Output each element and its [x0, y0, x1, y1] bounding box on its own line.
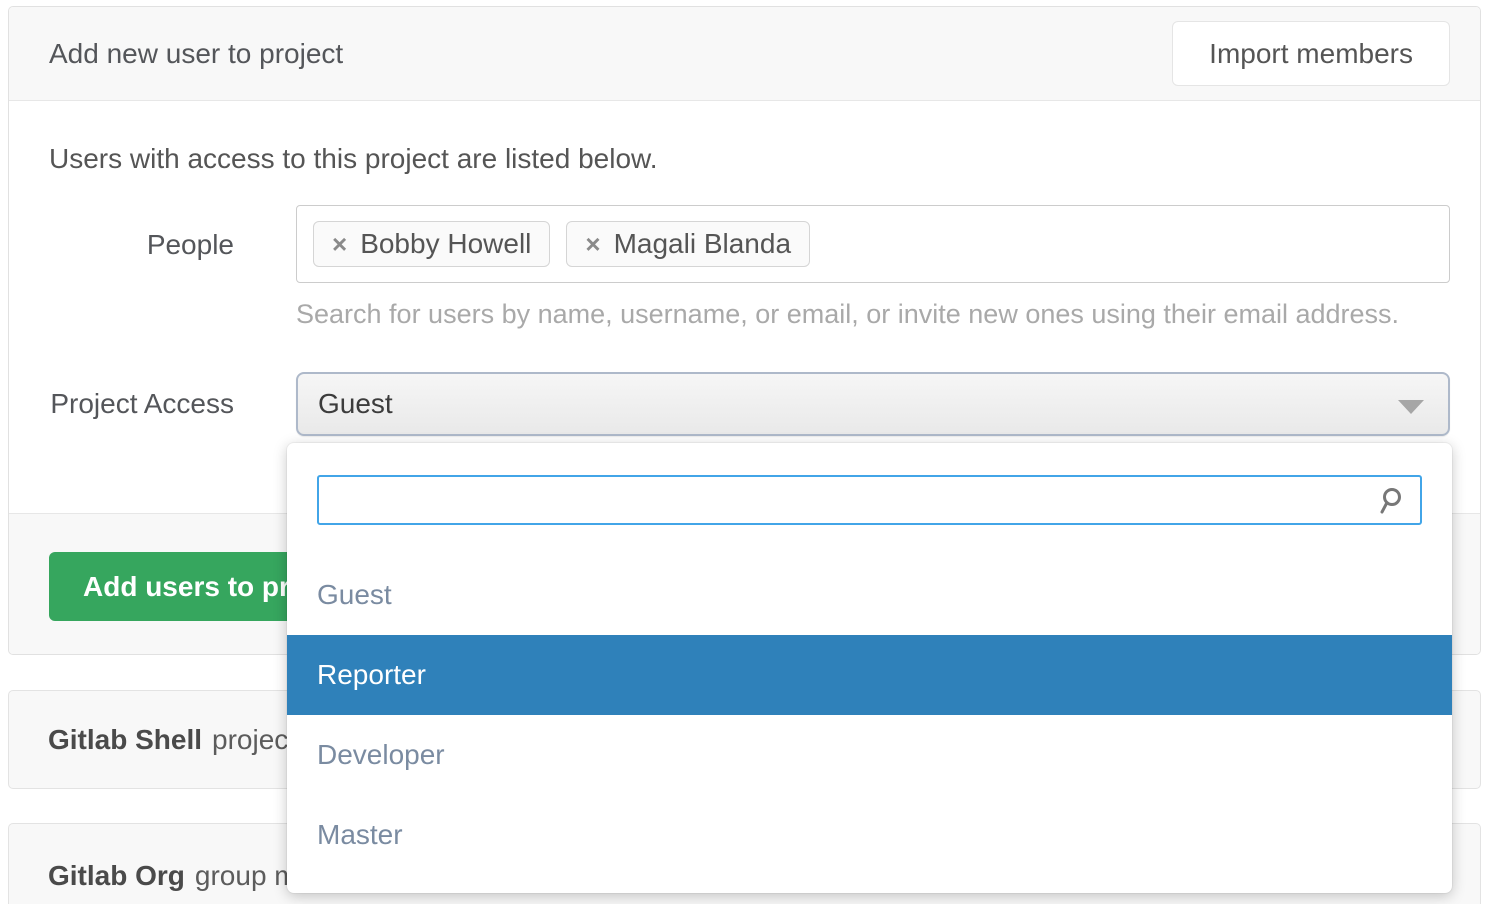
token-label: Magali Blanda: [614, 228, 791, 260]
remove-token-icon[interactable]: ×: [332, 231, 347, 257]
project-access-control: Guest: [296, 372, 1450, 436]
user-token: × Bobby Howell: [313, 221, 550, 267]
dropdown-option-guest[interactable]: Guest: [287, 555, 1452, 635]
token-label: Bobby Howell: [360, 228, 531, 260]
members-page: Add new user to project Import members U…: [0, 0, 1488, 904]
project-access-label: Project Access: [9, 372, 234, 436]
project-access-select[interactable]: Guest: [296, 372, 1450, 436]
chevron-down-icon: [1398, 400, 1424, 414]
dropdown-option-list: Guest Reporter Developer Master: [287, 555, 1452, 875]
people-control: × Bobby Howell × Magali Blanda Search fo…: [296, 205, 1450, 330]
people-input[interactable]: × Bobby Howell × Magali Blanda: [296, 205, 1450, 283]
people-label: People: [9, 205, 234, 330]
section-project-name: Gitlab Shell: [48, 724, 202, 756]
project-access-dropdown: Guest Reporter Developer Master: [287, 443, 1452, 893]
project-access-row: Project Access Guest: [9, 372, 1480, 436]
dropdown-option-developer[interactable]: Developer: [287, 715, 1452, 795]
dropdown-option-master[interactable]: Master: [287, 795, 1452, 875]
dropdown-search-wrap: [287, 443, 1452, 525]
add-user-panel-heading: Add new user to project Import members: [9, 7, 1480, 101]
people-row: People × Bobby Howell × Magali Blanda Se…: [9, 205, 1480, 330]
section-group-name: Gitlab Org: [48, 860, 185, 892]
intro-text: Users with access to this project are li…: [49, 143, 1480, 175]
panel-title: Add new user to project: [49, 38, 343, 70]
remove-token-icon[interactable]: ×: [585, 231, 600, 257]
import-members-button[interactable]: Import members: [1172, 21, 1450, 86]
dropdown-search-input[interactable]: [317, 475, 1422, 525]
user-token: × Magali Blanda: [566, 221, 810, 267]
dropdown-option-reporter[interactable]: Reporter: [287, 635, 1452, 715]
project-access-value: Guest: [318, 388, 393, 420]
people-help-text: Search for users by name, username, or e…: [296, 299, 1450, 330]
